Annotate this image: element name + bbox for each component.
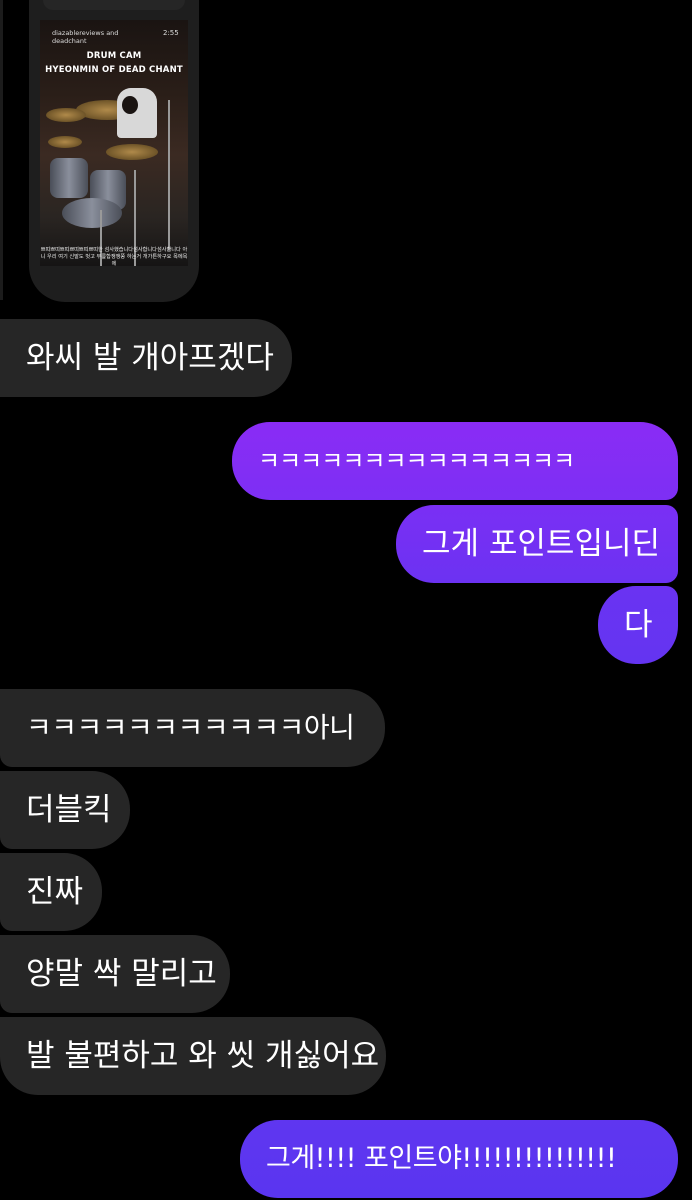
message-received[interactable]: 와씨 발 개아프겠다: [0, 319, 292, 397]
message-sent[interactable]: 다: [598, 586, 678, 664]
message-sent[interactable]: ㅋㅋㅋㅋㅋㅋㅋㅋㅋㅋㅋㅋㅋㅋㅋ: [232, 422, 678, 500]
reel-duration: 2:55: [163, 29, 179, 37]
drummer-figure: [117, 88, 157, 138]
message-received[interactable]: 진짜: [0, 853, 102, 931]
message-received[interactable]: 발 불편하고 와 씻 개싫어요: [0, 1017, 386, 1095]
message-received[interactable]: 더블킥: [0, 771, 130, 849]
message-received[interactable]: 양말 싹 말리고: [0, 935, 230, 1013]
reel-title-line2: HYEONMIN OF DEAD CHANT: [45, 65, 183, 75]
message-sent[interactable]: 그게!!!! 포인트야!!!!!!!!!!!!!!!: [240, 1120, 678, 1198]
reel-author: diazablereviews and deadchant: [52, 29, 119, 45]
reel-title-line1: DRUM CAM: [86, 51, 142, 61]
message-received[interactable]: ㅋㅋㅋㅋㅋㅋㅋㅋㅋㅋㅋ아니: [0, 689, 385, 767]
left-edge-line: [0, 0, 3, 300]
message-sent[interactable]: 그게 포인트입니딘: [396, 505, 678, 583]
reel-top-notch: [43, 0, 185, 10]
drummer-head: [122, 96, 138, 114]
reel-caption: 쁘띠쁘띠쁘띠쁘띠쁘띠쁘띠한 섬사했습니다섬사합니다섬사합니다 아니 우리 여기 …: [40, 247, 188, 267]
